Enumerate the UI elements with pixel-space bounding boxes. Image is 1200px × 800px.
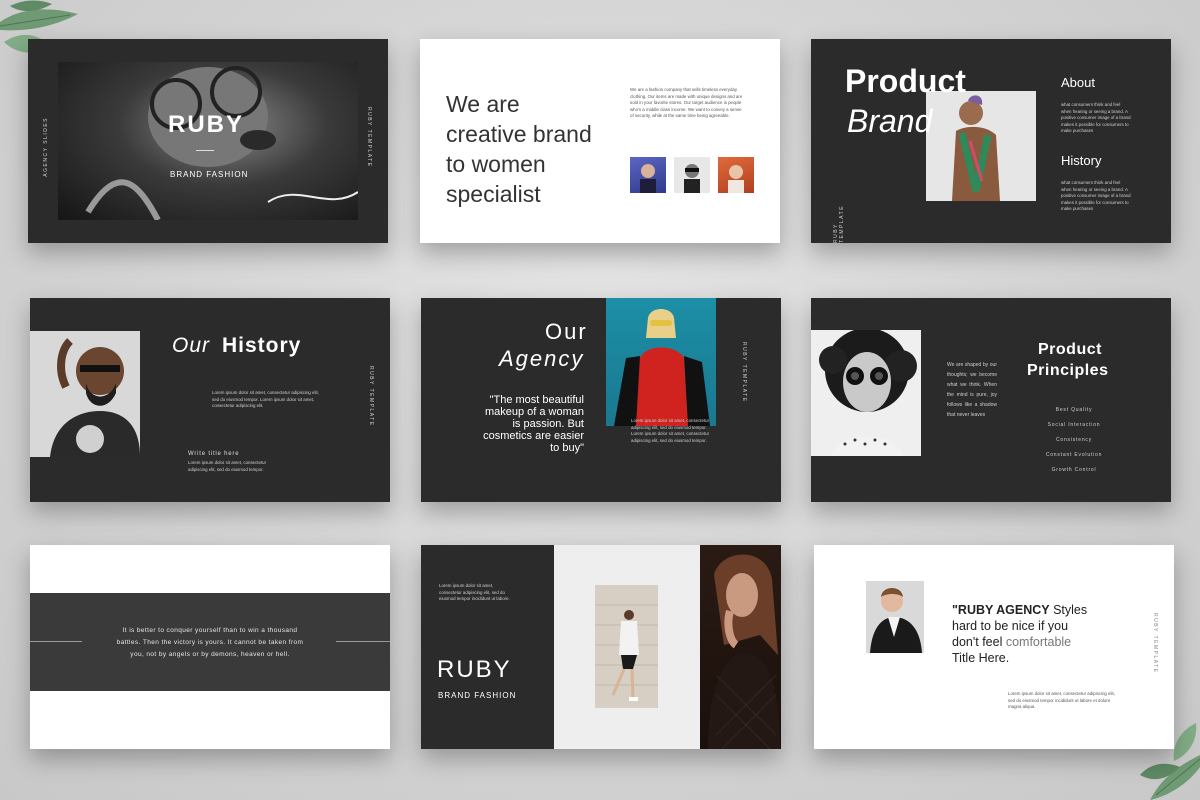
heading-line-2: creative brand xyxy=(446,121,592,147)
title-agency: Agency xyxy=(499,346,585,371)
side-label-left: AGENCY SLIDES xyxy=(43,117,49,177)
slide-quote-band[interactable]: It is better to conquer yourself than to… xyxy=(30,545,390,749)
portrait-thumb-2 xyxy=(674,157,710,193)
about-body: what consumers think and feel when heari… xyxy=(1061,102,1131,133)
title-principles: Principles xyxy=(1027,362,1109,379)
principles-list: Best Quality Social Interaction Consiste… xyxy=(1026,407,1122,482)
gallery-title: RUBY xyxy=(437,656,512,683)
slide-ruby-cover[interactable]: AGENCY SLIDES RUBY TEMPLATE RUBY BRAND F… xyxy=(28,39,388,243)
side-label-right: RUBY TEMPLATE xyxy=(366,107,372,168)
heading-line-4: specialist xyxy=(446,181,541,207)
gallery-body: Lorem ipsum dolor sit amet, consectetur … xyxy=(439,583,510,601)
woman-round-glasses-photo xyxy=(811,330,921,456)
man-portrait-photo xyxy=(866,581,924,653)
quote-line-4: cosmetics are easier xyxy=(483,430,584,442)
quote-line-3: don't feel comfortable xyxy=(952,635,1071,649)
side-label: RUBY TEMPLATE xyxy=(833,204,845,243)
slide-our-agency[interactable]: Our Agency "The most beautiful makeup of… xyxy=(421,298,781,502)
quote-dont-feel: don't feel xyxy=(952,635,1006,649)
gallery-subtitle: BRAND FASHION xyxy=(438,691,517,700)
write-title-body: Lorem ipsum dolor sit amet, consectetur … xyxy=(188,460,267,472)
history-body: Lorem ipsum dolor sit amet, consectetur … xyxy=(212,390,319,408)
quote-line-3: is passion. But xyxy=(512,418,584,430)
principles-body: We are shaped by our thoughts; we become… xyxy=(947,362,997,418)
cover-title: RUBY xyxy=(168,111,245,138)
slide-creative-brand[interactable]: We are creative brand to women specialis… xyxy=(420,39,780,243)
quote-body: Lorem ipsum dolor sit amet, consectetur … xyxy=(1008,691,1115,709)
slide-our-history[interactable]: Our History Lorem ipsum dolor sit amet, … xyxy=(30,298,390,502)
side-label: RUBY TEMPLATE xyxy=(368,366,374,427)
woman-portrait-dark-photo xyxy=(700,545,781,749)
quote-line-2: hard to be nice if you xyxy=(952,619,1069,633)
heading-line-1: We are xyxy=(446,91,520,117)
portrait-thumb-3 xyxy=(718,157,754,193)
cover-divider xyxy=(196,150,214,151)
write-title: Write title here xyxy=(188,451,240,457)
principle-item: Growth Control xyxy=(1051,467,1097,473)
heading-line-3: to women xyxy=(446,151,546,177)
woman-scarf-photo xyxy=(926,91,1036,201)
quote-line-1: "RUBY AGENCY Styles xyxy=(952,603,1087,617)
side-label: RUBY TEMPLATE xyxy=(741,342,747,403)
quote-brand: "RUBY AGENCY xyxy=(952,603,1050,617)
title-our: Our xyxy=(545,319,588,344)
history-title: History xyxy=(1061,153,1102,168)
slide-product-principles[interactable]: We are shaped by our thoughts; we become… xyxy=(811,298,1171,502)
slide-agency-quote[interactable]: "RUBY AGENCY Styles hard to be nice if y… xyxy=(814,545,1174,749)
quote-text: It is better to conquer yourself than to… xyxy=(116,627,304,658)
title-history: History xyxy=(222,334,302,357)
title-our: Our xyxy=(172,334,211,357)
side-label: RUBY TEMPLATE xyxy=(1152,613,1158,674)
about-title: About xyxy=(1061,75,1095,90)
slide-ruby-gallery[interactable]: Lorem ipsum dolor sit amet, consectetur … xyxy=(421,545,781,749)
woman-red-top-photo xyxy=(606,298,716,426)
principle-item: Consistency xyxy=(1055,437,1093,443)
principle-item: Best Quality xyxy=(1055,407,1093,413)
title-brand: Brand xyxy=(847,103,933,139)
woman-sunglasses-photo xyxy=(58,62,358,220)
title-product: Product xyxy=(845,63,966,99)
man-sunglasses-photo xyxy=(30,331,140,457)
quote-line-5: to buy" xyxy=(550,442,584,454)
quote-line-4: Title Here. xyxy=(952,651,1010,665)
company-description: We are a fashion company that sells time… xyxy=(630,87,743,118)
quote-comfortable: comfortable xyxy=(1005,635,1072,649)
quote-styles: Styles xyxy=(1049,603,1088,617)
slide-product-brand[interactable]: Product Brand RUBY TEMPLATE About what c… xyxy=(811,39,1171,243)
band-line-right xyxy=(336,641,390,642)
principle-item: Social Interaction xyxy=(1047,422,1101,428)
history-body: what consumers think and feel when heari… xyxy=(1061,180,1131,211)
cover-subtitle: BRAND FASHION xyxy=(170,170,249,179)
quote-line-1: "The most beautiful xyxy=(489,394,584,406)
agency-body: Lorem ipsum dolor sit amet, consectetur … xyxy=(631,418,710,443)
principle-item: Constant Evolution xyxy=(1045,452,1103,458)
band-line-left xyxy=(30,641,82,642)
portrait-thumb-1 xyxy=(630,157,666,193)
title-product: Product xyxy=(1038,341,1102,358)
quote-line-2: makeup of a woman xyxy=(484,406,584,418)
woman-street-photo xyxy=(595,585,658,708)
